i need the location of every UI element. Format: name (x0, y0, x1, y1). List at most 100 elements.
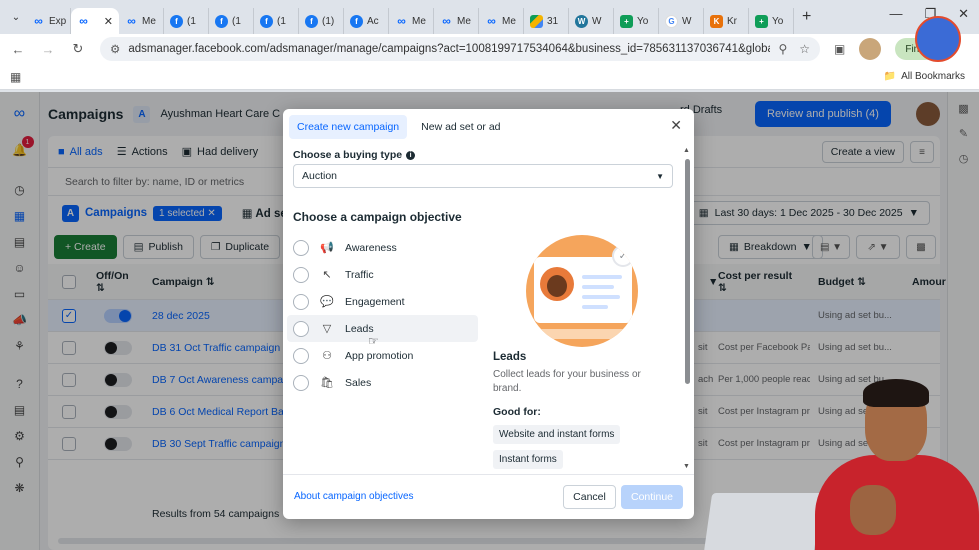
browser-tab-label: W (682, 15, 692, 27)
all-bookmarks[interactable]: 📁 All Bookmarks (884, 71, 965, 82)
checkmark-icon: ✓ (612, 245, 634, 267)
illustration-line (582, 295, 620, 299)
browser-tab[interactable]: ∞ ✕ (71, 8, 119, 34)
buying-type-select[interactable]: Auction ▼ (293, 164, 673, 188)
info-icon[interactable]: i (406, 150, 416, 160)
tabs-container: ∞ Exp ∞ ✕ ∞ Me f (1 f (1 f (1 f (1) f Ac ∞ Me ∞ Me ∞ Me 31 W W + Y… (26, 0, 794, 34)
fb-favicon-icon: f (260, 14, 273, 28)
objective-option-traffic[interactable]: ↖ Traffic (287, 261, 478, 288)
browser-tab[interactable]: f Ac (344, 8, 389, 34)
browser-tab-label: Kr (727, 15, 737, 27)
tab-new-ad-set-or-ad[interactable]: New ad set or ad (413, 115, 508, 139)
illustration-line (582, 275, 622, 279)
fb-favicon-icon: f (170, 14, 183, 28)
chat-bubbles-icon: 💬 (320, 296, 334, 308)
browser-tab[interactable]: K Kr (704, 8, 749, 34)
browser-tab[interactable]: + Yo (614, 8, 659, 34)
browser-tab[interactable]: f (1 (254, 8, 299, 34)
browser-tab-label: Me (142, 15, 156, 27)
tab-search-chevron-icon[interactable]: ⌄ (6, 7, 26, 27)
browser-tab-label: W (592, 15, 602, 27)
objective-radio[interactable] (293, 293, 309, 310)
browser-tab[interactable]: f (1 (209, 8, 254, 34)
objective-radio[interactable] (293, 374, 309, 391)
browser-tab[interactable]: ∞ Me (389, 8, 434, 34)
objective-option-app-promotion[interactable]: ⚇ App promotion (287, 342, 478, 369)
meta-favicon-icon: ∞ (442, 14, 451, 28)
back-icon[interactable]: ← (10, 42, 26, 57)
illustration-avatar (540, 267, 574, 301)
sheet-favicon-icon: + (620, 14, 633, 28)
url-text[interactable]: adsmanager.facebook.com/adsmanager/manag… (128, 43, 770, 55)
apps-grid-icon[interactable]: ▦ (10, 70, 21, 84)
presenter-shirt (815, 455, 979, 550)
good-for-label: Good for: (493, 406, 541, 418)
objective-option-sales[interactable]: 🛍 Sales (287, 369, 478, 396)
bookmark-star-icon[interactable]: ☆ (799, 42, 810, 56)
browser-tab[interactable]: GW (659, 8, 704, 34)
objective-heading: Choose a campaign objective (293, 210, 462, 224)
continue-button[interactable]: Continue (621, 485, 683, 509)
fb-favicon-icon: f (305, 14, 318, 28)
browser-tab[interactable]: + Yo (749, 8, 794, 34)
good-for-chip: Website and instant forms (493, 425, 621, 444)
dialog-footer: About campaign objectives Cancel Continu… (283, 474, 694, 519)
browser-tab-label: Ac (367, 15, 379, 27)
cancel-button[interactable]: Cancel (563, 485, 616, 509)
tab-create-new-campaign[interactable]: Create new campaign (289, 115, 408, 139)
close-tab-icon[interactable]: ✕ (104, 15, 113, 28)
all-bookmarks-label: All Bookmarks (901, 71, 965, 82)
browser-toolbar: ← → ↻ ⚙ adsmanager.facebook.com/adsmanag… (0, 34, 979, 64)
objective-radio[interactable] (293, 320, 309, 337)
close-icon[interactable]: ✕ (670, 118, 682, 132)
minimize-icon[interactable]: — (889, 6, 902, 22)
objective-radio[interactable] (293, 239, 309, 256)
chevron-down-icon: ▼ (656, 171, 664, 181)
illustration-line (582, 305, 608, 309)
forward-icon[interactable]: → (40, 42, 56, 57)
reload-icon[interactable]: ↻ (70, 41, 86, 57)
leads-illustration: ✓ (526, 235, 638, 347)
browser-tab[interactable]: ∞ Me (479, 8, 524, 34)
objective-radio[interactable] (293, 347, 309, 364)
close-window-icon[interactable]: ✕ (958, 6, 969, 22)
browser-tab[interactable]: ∞ Exp (26, 8, 71, 34)
scroll-up-icon[interactable]: ▲ (683, 147, 690, 154)
cursor-icon: ↖ (322, 269, 332, 281)
objective-option-awareness[interactable]: 📢 Awareness (287, 234, 478, 261)
objective-list: 📢 Awareness ↖ Traffic 💬 Engagement ▽ Leads ⚇ App … (287, 234, 478, 396)
shopping-bag-icon: 🛍 (320, 377, 334, 389)
create-campaign-dialog: Create new campaign New ad set or ad ✕ C… (283, 109, 694, 519)
g-favicon-icon: G (665, 14, 678, 28)
browser-tab[interactable]: 31 (524, 8, 569, 34)
objective-label: Leads (345, 322, 374, 335)
address-bar[interactable]: ⚙ adsmanager.facebook.com/adsmanager/man… (100, 37, 820, 61)
zoom-icon[interactable]: ⚲ (778, 42, 787, 56)
profile-avatar[interactable] (859, 38, 882, 60)
extensions-icon[interactable]: ▣ (834, 42, 845, 56)
browser-tab[interactable]: WW (569, 8, 614, 34)
site-settings-icon[interactable]: ⚙ (110, 42, 120, 56)
buying-type-label: Choose a buying type i (293, 149, 416, 161)
browser-tab-label: 31 (547, 15, 559, 27)
objective-radio[interactable] (293, 266, 309, 283)
people-icon: ⚇ (322, 350, 332, 362)
megaphone-icon: 📢 (320, 242, 334, 254)
buying-type-value: Auction (302, 170, 338, 182)
browser-tab[interactable]: ∞ Me (119, 8, 164, 34)
browser-tab-label: (1) (322, 15, 335, 27)
browser-tab[interactable]: f (1) (299, 8, 344, 34)
meta-favicon-icon: ∞ (397, 14, 406, 28)
browser-tab[interactable]: f (1 (164, 8, 209, 34)
objective-label: Awareness (345, 241, 397, 254)
about-objectives-link[interactable]: About campaign objectives (294, 491, 414, 502)
objective-option-leads[interactable]: ▽ Leads (287, 315, 478, 342)
browser-tab-label: (1 (187, 15, 196, 27)
presenter-webcam-overlay (700, 375, 979, 550)
scrollbar-thumb[interactable] (685, 159, 690, 384)
new-tab-button[interactable]: + (794, 8, 819, 26)
scroll-down-icon[interactable]: ▼ (683, 463, 690, 470)
objective-option-engagement[interactable]: 💬 Engagement (287, 288, 478, 315)
dialog-scrollbar[interactable]: ▲ ▼ (683, 147, 691, 472)
browser-tab[interactable]: ∞ Me (434, 8, 479, 34)
